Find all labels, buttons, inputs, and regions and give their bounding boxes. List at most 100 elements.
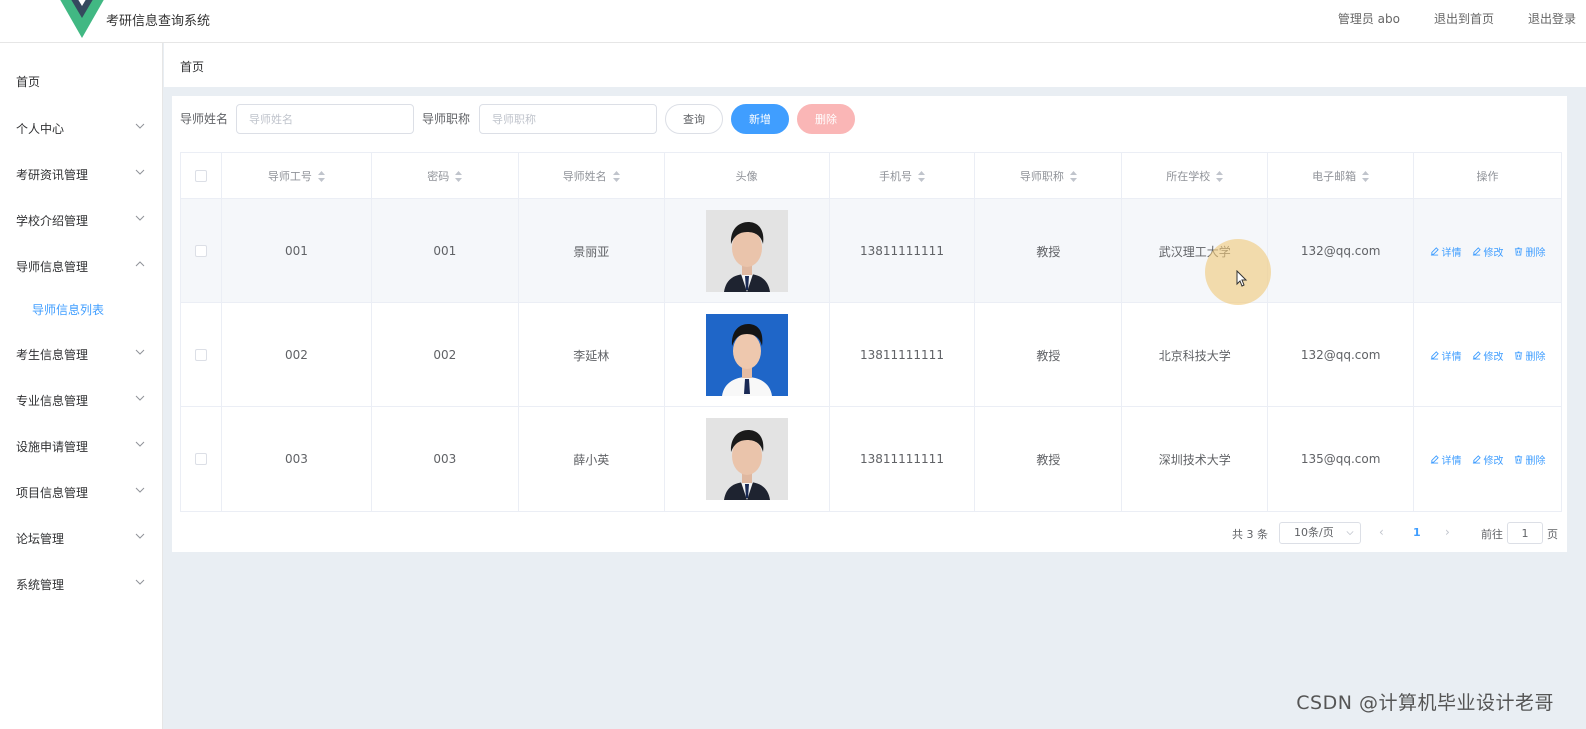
table-row[interactable]: 003 003 薛小英 13811111111 教授 深圳技术大学 135@qq… (181, 407, 1561, 511)
edit-icon (1430, 454, 1439, 464)
cell-title: 教授 (975, 407, 1123, 511)
admin-name[interactable]: 管理员 abo (1338, 10, 1400, 27)
cell-email: 135@qq.com (1268, 407, 1415, 511)
row-checkbox[interactable] (194, 453, 207, 465)
sort-icon[interactable] (455, 170, 463, 182)
chevron-down-icon (1346, 531, 1354, 536)
trash-icon (1514, 454, 1522, 464)
breadcrumb: 首页 (164, 43, 1586, 87)
table-row[interactable]: 002 002 李延林 13811111111 教授 北京科技大学 132@qq… (181, 303, 1561, 407)
avatar[interactable] (705, 210, 788, 292)
header-actions: 管理员 abo 退出到首页 退出登录 (1338, 10, 1576, 27)
page-number-current[interactable]: 1 (1413, 526, 1421, 539)
sort-icon[interactable] (1216, 170, 1224, 182)
search-title-input[interactable] (479, 104, 657, 134)
page-size-select[interactable]: 10条/页 (1279, 522, 1361, 544)
avatar[interactable] (705, 418, 788, 500)
sidebar-subitem-tutor-list[interactable]: 导师信息列表 (0, 289, 163, 329)
edit-button[interactable]: 修改 (1472, 452, 1504, 467)
sort-icon[interactable] (1362, 170, 1370, 182)
sidebar-item-label: 学校介绍管理 (16, 213, 89, 228)
cell-phone: 13811111111 (830, 199, 976, 303)
sidebar-item-label: 个人中心 (16, 121, 65, 136)
edit-icon (1472, 454, 1481, 464)
pagination: 共 3 条 10条/页 ‹ 1 › 前往 页 (172, 522, 1567, 544)
header-name[interactable]: 导师姓名 (519, 153, 665, 199)
chevron-down-icon (135, 123, 145, 129)
cell-name: 景丽亚 (519, 199, 665, 303)
tutor-table: 导师工号 密码 导师姓名 头像 手机号 导师职称 所在学校 电子邮箱 操作 00… (180, 152, 1562, 512)
edit-button[interactable]: 修改 (1472, 244, 1504, 259)
cell-password: 001 (372, 199, 519, 303)
delete-row-button[interactable]: 删除 (1514, 348, 1546, 363)
sidebar: 首页 个人中心 考研资讯管理 学校介绍管理 导师信息管理 导师信息列表 考生信息… (0, 43, 163, 729)
detail-button[interactable]: 详情 (1430, 348, 1462, 363)
table-row[interactable]: 001 001 景丽亚 13811111111 教授 武汉理工大学 132@qq… (181, 199, 1561, 303)
header-id[interactable]: 导师工号 (222, 153, 372, 199)
header-password[interactable]: 密码 (372, 153, 519, 199)
edit-button[interactable]: 修改 (1472, 348, 1504, 363)
delete-label: 删除 (1525, 351, 1546, 363)
detail-button[interactable]: 详情 (1430, 452, 1462, 467)
goto-page-input[interactable] (1507, 522, 1543, 544)
detail-label: 详情 (1441, 247, 1462, 259)
header-title[interactable]: 导师职称 (975, 153, 1123, 199)
page-suffix-label: 页 (1547, 528, 1558, 541)
header-label: 导师姓名 (562, 170, 607, 183)
watermark: CSDN @计算机毕业设计老哥 (1296, 692, 1554, 714)
sidebar-item-home[interactable]: 首页 (0, 58, 163, 104)
detail-button[interactable]: 详情 (1430, 244, 1462, 259)
query-button[interactable]: 查询 (665, 104, 723, 134)
trash-icon (1514, 246, 1522, 256)
sidebar-item-school[interactable]: 学校介绍管理 (0, 197, 163, 243)
edit-label: 修改 (1483, 455, 1504, 467)
select-all-checkbox[interactable] (194, 170, 207, 182)
header-email[interactable]: 电子邮箱 (1268, 153, 1415, 199)
cell-school: 北京科技大学 (1122, 303, 1269, 407)
header-label: 操作 (1476, 170, 1499, 183)
sort-icon[interactable] (917, 170, 925, 182)
sidebar-item-label: 首页 (16, 74, 41, 89)
delete-row-button[interactable]: 删除 (1514, 452, 1546, 467)
header-phone[interactable]: 手机号 (830, 153, 976, 199)
avatar[interactable] (705, 314, 788, 396)
header-label: 导师工号 (267, 170, 312, 183)
prev-page-button[interactable]: ‹ (1379, 525, 1384, 539)
edit-icon (1472, 350, 1481, 360)
sidebar-item-tutor[interactable]: 导师信息管理 (0, 243, 163, 289)
vue-logo-icon (60, 0, 104, 38)
chevron-down-icon (135, 533, 145, 539)
search-name-input[interactable] (236, 104, 414, 134)
sidebar-item-system[interactable]: 系统管理 (0, 561, 163, 607)
delete-button[interactable]: 删除 (797, 104, 855, 134)
sidebar-item-personal[interactable]: 个人中心 (0, 105, 163, 151)
sidebar-item-project[interactable]: 项目信息管理 (0, 469, 163, 515)
sidebar-item-label: 论坛管理 (16, 531, 65, 546)
next-page-button[interactable]: › (1445, 525, 1450, 539)
row-checkbox[interactable] (194, 349, 207, 361)
cell-avatar (665, 303, 830, 407)
header-school[interactable]: 所在学校 (1122, 153, 1269, 199)
sort-icon[interactable] (612, 170, 620, 182)
sort-icon[interactable] (317, 170, 325, 182)
logout-link[interactable]: 退出登录 (1528, 10, 1576, 27)
cell-id: 002 (222, 303, 372, 407)
add-button[interactable]: 新增 (731, 104, 789, 134)
breadcrumb-home[interactable]: 首页 (180, 58, 204, 75)
delete-row-button[interactable]: 删除 (1514, 244, 1546, 259)
pagination-total: 共 3 条 (1232, 528, 1268, 541)
sidebar-item-news[interactable]: 考研资讯管理 (0, 151, 163, 197)
sidebar-item-student[interactable]: 考生信息管理 (0, 331, 163, 377)
row-checkbox[interactable] (194, 245, 207, 257)
edit-label: 修改 (1483, 247, 1504, 259)
sidebar-item-major[interactable]: 专业信息管理 (0, 377, 163, 423)
sidebar-item-facility[interactable]: 设施申请管理 (0, 423, 163, 469)
chevron-down-icon (135, 395, 145, 401)
sidebar-item-label: 项目信息管理 (16, 485, 89, 500)
detail-label: 详情 (1441, 455, 1462, 467)
sort-icon[interactable] (1069, 170, 1077, 182)
sidebar-item-forum[interactable]: 论坛管理 (0, 515, 163, 561)
back-home-link[interactable]: 退出到首页 (1434, 10, 1494, 27)
cell-password: 003 (372, 407, 519, 511)
chevron-up-icon (135, 261, 145, 267)
